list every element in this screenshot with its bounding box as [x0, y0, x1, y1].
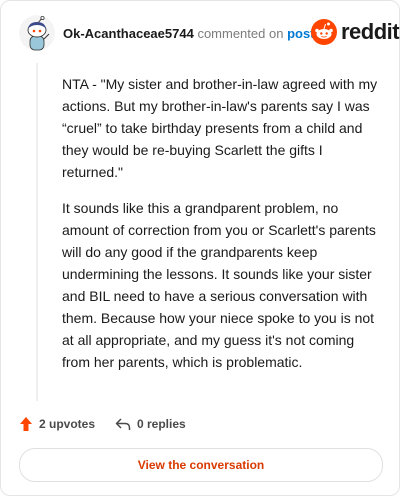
upvote-label: 2 upvotes [39, 417, 96, 431]
username-link[interactable]: Ok-Acanthaceae5744 [63, 26, 194, 41]
comment-byline: Ok-Acanthaceae5744 commented on post [63, 26, 315, 41]
comment-paragraph: It sounds like this a grandparent proble… [62, 200, 376, 370]
comment-embed-card: Ok-Acanthaceae5744 commented on post red… [0, 0, 400, 496]
reddit-wordmark: reddit [341, 19, 400, 44]
upvote-count[interactable]: 2 upvotes [19, 413, 95, 435]
comment-paragraph: NTA - "My sister and brother-in-law agre… [62, 76, 378, 180]
reddit-brand[interactable]: reddit [311, 17, 400, 47]
view-conversation-button[interactable]: View the conversation [19, 448, 383, 482]
reply-count[interactable]: 0 replies [115, 413, 186, 435]
comment-body: NTA - "My sister and brother-in-law agre… [62, 73, 380, 387]
reddit-logo-icon [311, 19, 337, 45]
comment-meta: 2 upvotes 0 replies [19, 413, 383, 435]
comment-header: Ok-Acanthaceae5744 commented on post red… [19, 15, 400, 51]
reply-label: 0 replies [137, 417, 186, 431]
thread-line [36, 63, 38, 401]
upvote-arrow-icon [20, 417, 32, 431]
reply-arrow-icon [115, 418, 131, 430]
user-avatar-icon[interactable] [19, 15, 55, 51]
action-text: commented on [197, 26, 284, 41]
